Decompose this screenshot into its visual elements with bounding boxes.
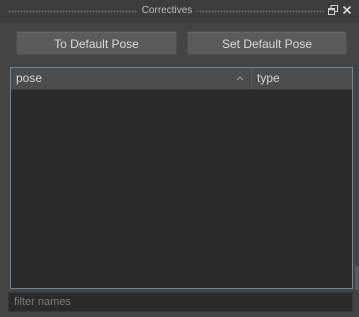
table-header: pose type <box>11 68 352 90</box>
column-header-type-label: type <box>257 71 280 85</box>
drag-grip-left[interactable] <box>8 10 138 13</box>
panel-title-bar[interactable]: Correctives <box>0 0 359 22</box>
column-header-pose[interactable]: pose <box>11 68 252 89</box>
close-icon <box>342 5 352 15</box>
close-button[interactable] <box>341 4 353 16</box>
sort-indicator-icon <box>236 76 244 81</box>
to-default-pose-button[interactable]: To Default Pose <box>16 31 177 55</box>
correctives-table[interactable]: pose type <box>10 67 353 289</box>
set-default-pose-button[interactable]: Set Default Pose <box>187 31 347 55</box>
table-body[interactable] <box>11 90 352 288</box>
correctives-panel: Correctives To Default Pose Set Default … <box>0 0 359 317</box>
scroll-handle[interactable] <box>355 266 359 290</box>
drag-grip-right[interactable] <box>196 10 324 13</box>
column-header-type[interactable]: type <box>252 68 352 89</box>
float-window-button[interactable] <box>327 4 339 16</box>
float-window-icon <box>328 5 338 15</box>
filter-names-input[interactable] <box>8 292 353 312</box>
panel-title: Correctives <box>141 5 193 16</box>
column-header-pose-label: pose <box>16 71 43 85</box>
